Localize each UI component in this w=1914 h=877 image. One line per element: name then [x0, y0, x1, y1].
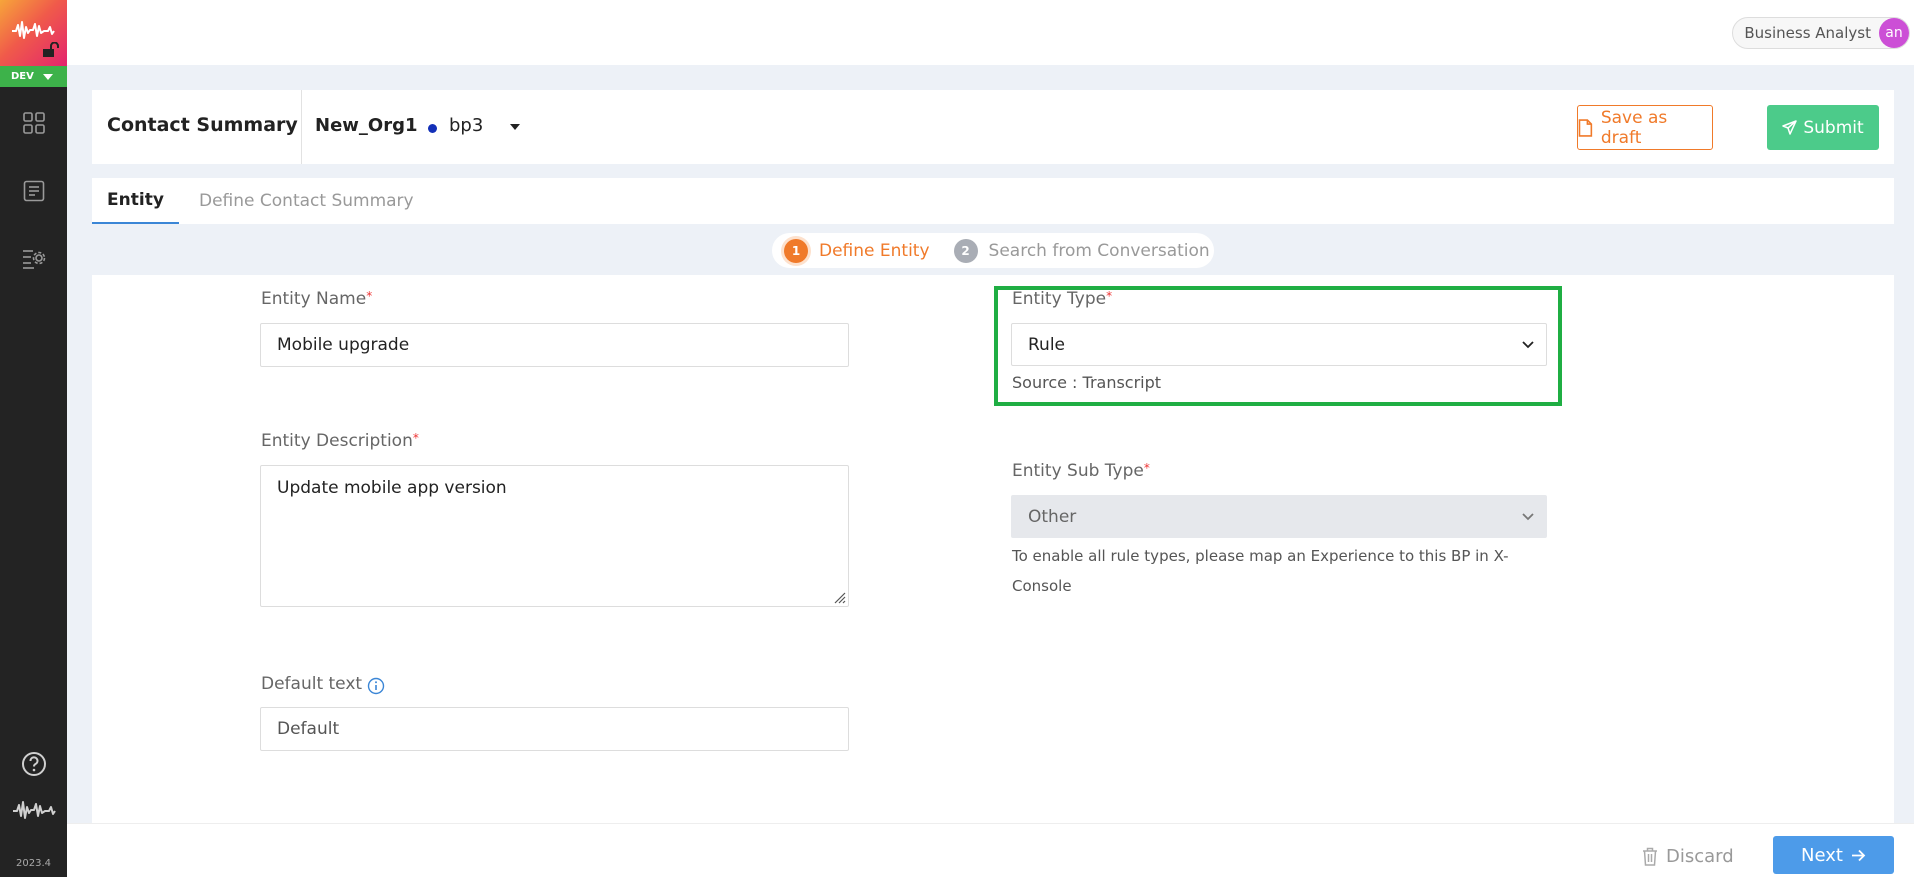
discard-button[interactable]: Discard — [1642, 841, 1734, 871]
chevron-down-icon — [1522, 512, 1534, 520]
entity-name-label: Entity Name* — [261, 289, 372, 309]
tab-define-contact-summary[interactable]: Define Contact Summary — [199, 178, 414, 224]
required-marker: * — [412, 431, 419, 445]
document-list-icon[interactable] — [21, 178, 47, 204]
submit-label: Submit — [1803, 117, 1864, 138]
header-divider — [301, 90, 302, 164]
entity-sub-type-select[interactable]: Other — [1011, 495, 1547, 538]
arrow-right-icon — [1851, 849, 1866, 861]
entity-type-value: Rule — [1028, 334, 1066, 355]
entity-sub-type-helper: To enable all rule types, please map an … — [1012, 547, 1509, 595]
bp-caret-down-icon[interactable] — [510, 124, 520, 130]
resize-handle-icon[interactable] — [832, 590, 846, 604]
info-icon[interactable] — [367, 677, 385, 695]
list-settings-icon[interactable] — [21, 245, 47, 271]
tab-bar: Entity Define Contact Summary — [92, 178, 1894, 224]
stepper: 1 Define Entity 2 Search from Conversati… — [772, 233, 1214, 268]
entity-description-label: Entity Description* — [261, 431, 419, 451]
required-marker: * — [366, 289, 373, 303]
help-icon[interactable] — [21, 751, 47, 777]
save-draft-label: Save as draft — [1600, 107, 1668, 148]
page-header: Contact Summary New_Org1 bp3 Save as dra… — [92, 90, 1894, 164]
sidebar: DEV 2023.4 — [0, 0, 67, 877]
entity-description-label-text: Entity Description — [261, 431, 413, 451]
entity-sub-type-label: Entity Sub Type* — [1012, 461, 1150, 481]
entity-type-label-text: Entity Type — [1012, 289, 1107, 309]
entity-name-input[interactable]: Mobile upgrade — [260, 323, 849, 367]
step-1-number: 1 — [784, 238, 808, 263]
waveform-logo-icon — [12, 21, 55, 39]
entity-name-label-text: Entity Name — [261, 289, 367, 309]
chevron-down-icon — [1522, 340, 1534, 348]
required-marker: * — [1106, 289, 1113, 303]
trash-icon — [1643, 847, 1657, 866]
send-icon — [1782, 120, 1798, 135]
default-text-label: Default text — [261, 674, 363, 694]
org-name: New_Org1 — [315, 115, 418, 136]
app-version: 2023.4 — [16, 858, 51, 869]
entity-description-textarea[interactable]: Update mobile app version — [260, 465, 849, 607]
tab-entity[interactable]: Entity — [92, 178, 179, 224]
bp-status-dot — [428, 124, 437, 133]
next-button[interactable]: Next — [1773, 836, 1894, 874]
default-text-input[interactable]: Default — [260, 707, 849, 751]
entity-sub-type-label-text: Entity Sub Type — [1012, 461, 1144, 481]
entity-description-value: Update mobile app version — [277, 478, 507, 498]
user-menu[interactable]: Business Analyst an — [1732, 17, 1910, 49]
environment-selector[interactable]: DEV — [0, 66, 67, 87]
user-role: Business Analyst — [1744, 24, 1871, 42]
submit-button[interactable]: Submit — [1767, 105, 1879, 150]
footer-bar — [67, 823, 1914, 877]
dashboard-grid-icon[interactable] — [21, 110, 47, 136]
entity-type-select[interactable]: Rule — [1011, 323, 1547, 366]
page-title: Contact Summary — [107, 114, 298, 136]
bp-selector-value[interactable]: bp3 — [449, 115, 483, 136]
unlock-icon — [43, 42, 59, 57]
step-2-number: 2 — [953, 238, 978, 263]
avatar: an — [1879, 18, 1909, 48]
next-label: Next — [1801, 844, 1843, 866]
file-icon — [1578, 118, 1593, 137]
required-marker: * — [1143, 461, 1150, 475]
waveform-brand-icon — [11, 797, 57, 823]
top-bar: Business Analyst an — [67, 0, 1914, 65]
app-logo[interactable] — [0, 0, 67, 66]
step-1-label[interactable]: Define Entity — [819, 241, 930, 261]
caret-down-icon — [42, 73, 53, 80]
save-draft-button[interactable]: Save as draft — [1577, 105, 1713, 150]
entity-type-source-hint: Source : Transcript — [1012, 373, 1162, 392]
entity-sub-type-value: Other — [1028, 506, 1077, 527]
environment-label: DEV — [11, 71, 34, 82]
discard-label: Discard — [1666, 845, 1734, 867]
step-2-label[interactable]: Search from Conversation — [989, 241, 1210, 261]
entity-type-label: Entity Type* — [1012, 289, 1112, 309]
